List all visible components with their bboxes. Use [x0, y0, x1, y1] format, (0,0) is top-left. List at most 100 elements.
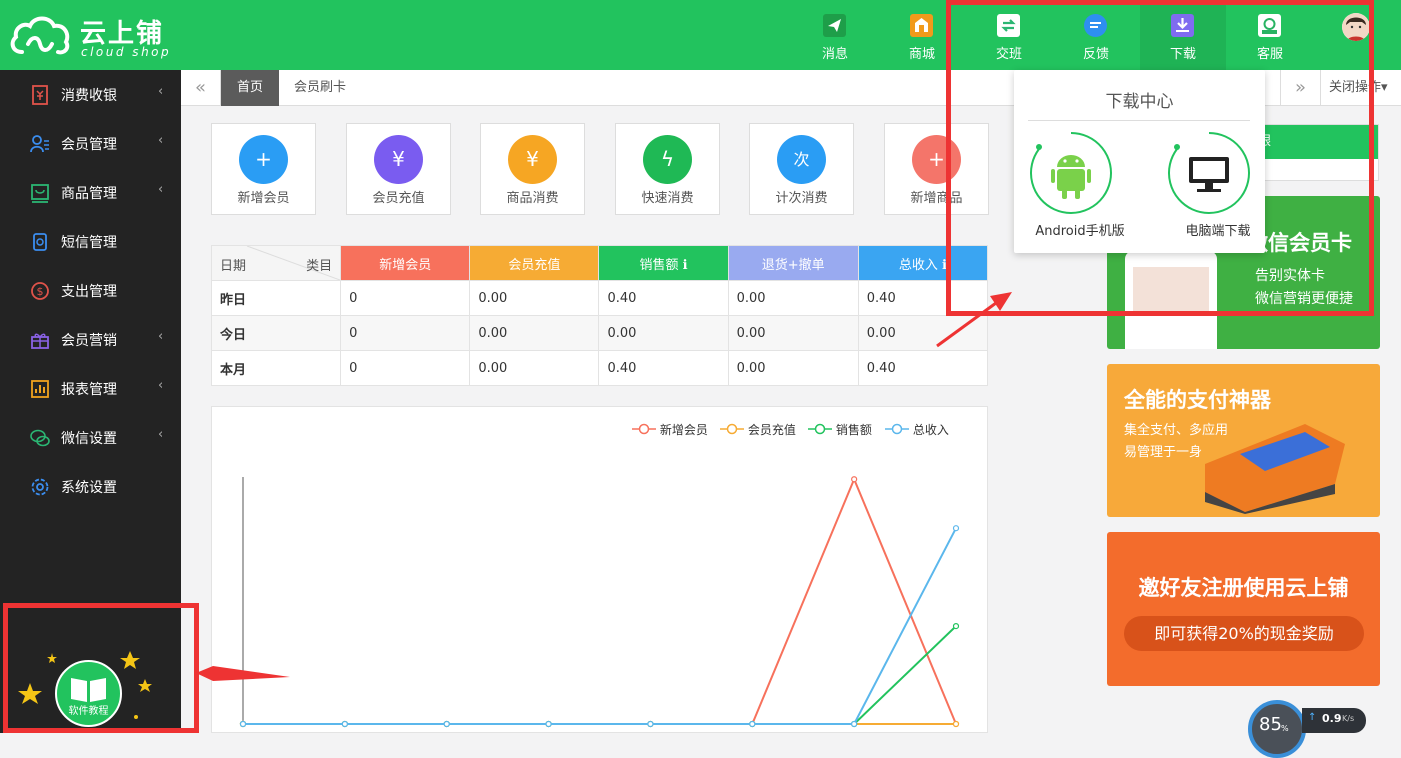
sidebar-item-label: 系统设置 [61, 480, 117, 496]
data-point[interactable] [749, 720, 756, 728]
data-point[interactable] [952, 525, 960, 532]
sidebar-item-wechat[interactable]: 微信设置 ‹ [0, 413, 181, 462]
paper-plane-icon [823, 14, 846, 37]
logo[interactable]: 云上铺 cloud shop [8, 10, 198, 62]
corner-category-label: 类目 [306, 259, 333, 274]
top-nav-label: 消息 [821, 47, 848, 62]
table-cell: 0.00 [727, 280, 859, 316]
gift-icon [30, 330, 50, 350]
tab-scroll-left-button[interactable]: « [181, 70, 221, 106]
speed-rate-unit: K/s [1342, 714, 1355, 723]
banner-reward-button[interactable]: 即可获得20%的现金奖励 [1124, 616, 1364, 651]
highlight-box-download [946, 0, 1374, 316]
sidebar-item-checkout[interactable]: 消费收银 ‹ [0, 70, 181, 119]
count-icon: 次 [777, 135, 826, 184]
sidebar-item-expense[interactable]: $ 支出管理 [0, 266, 181, 315]
banner-title: 邀好友注册使用云上铺 [1138, 576, 1349, 600]
sidebar-item-marketing[interactable]: 会员营销 ‹ [0, 315, 181, 364]
payment-banner[interactable]: 全能的支付神器 集全支付、多应用 易管理于一身 [1107, 364, 1380, 517]
table-header-row: 日期 类目 新增会员 会员充值 销售额 ℹ 退货+撤单 总收入 ℹ [210, 245, 989, 281]
data-point[interactable] [341, 720, 348, 728]
table-cell: 0.00 [857, 315, 989, 351]
goods-icon [30, 183, 50, 203]
table-cell: 0 [340, 315, 471, 351]
data-point[interactable] [851, 476, 858, 483]
data-point[interactable] [952, 720, 960, 728]
top-nav-messages[interactable]: 消息 [792, 0, 878, 70]
table-header-cell: 新增会员 [340, 245, 471, 281]
chevron-left-icon: ‹ [158, 329, 164, 344]
sidebar-item-label: 微信设置 [61, 431, 117, 447]
speed-rate: 0.9 [1322, 712, 1342, 725]
sidebar-item-sms[interactable]: 短信管理 [0, 217, 181, 266]
upload-arrow-icon: ↑ [1308, 712, 1317, 723]
table-corner: 日期 类目 [210, 245, 342, 281]
table-cell: 0.40 [857, 350, 989, 386]
sidebar-item-label: 会员营销 [61, 333, 117, 349]
quick-action-goods-consume[interactable]: ¥ 商品消费 [480, 123, 585, 215]
table-row: 今日 0 0.00 0.00 0.00 0.00 [210, 315, 989, 351]
receipt-icon [30, 85, 50, 105]
table-cell: 0 [340, 350, 471, 386]
invite-banner[interactable]: 邀好友注册使用云上铺 即可获得20%的现金奖励 [1107, 532, 1380, 686]
sidebar-item-label: 报表管理 [61, 382, 117, 398]
cloud-logo-icon [10, 16, 70, 55]
tab-home[interactable]: 首页 [221, 70, 279, 106]
speed-rate-pill: ↑ 0.9 K/s [1302, 708, 1366, 733]
table-cell: 0.00 [469, 350, 600, 386]
table-cell: 0.40 [598, 280, 729, 316]
data-point[interactable] [647, 720, 654, 728]
chevron-left-icon: ‹ [158, 133, 164, 148]
sidebar-item-members[interactable]: 会员管理 ‹ [0, 119, 181, 168]
banner-title: 全能的支付神器 [1124, 388, 1271, 412]
tab-member-card[interactable]: 会员刷卡 [294, 70, 346, 106]
data-point[interactable] [851, 720, 858, 728]
table-cell: 0 [340, 280, 471, 316]
data-point[interactable] [952, 622, 960, 630]
table-row: 昨日 0 0.00 0.40 0.00 0.40 [210, 280, 989, 316]
shop-icon [910, 14, 933, 37]
quick-action-label: 会员充值 [372, 191, 425, 206]
sidebar-item-settings[interactable]: 系统设置 [0, 462, 181, 511]
table-cell: 0.40 [598, 350, 729, 386]
sidebar-item-label: 支出管理 [61, 284, 117, 300]
quick-action-count-consume[interactable]: 次 计次消费 [749, 123, 854, 215]
sidebar-item-label: 短信管理 [61, 235, 117, 251]
table-cell: 0.00 [469, 315, 600, 351]
quick-action-label: 商品消费 [506, 191, 559, 206]
table-cell: 0.00 [727, 315, 859, 351]
corner-date-label: 日期 [220, 259, 247, 274]
chevron-left-icon: ‹ [158, 427, 164, 442]
software-tutorial-button[interactable]: 软件教程 [55, 660, 122, 727]
network-speed-widget[interactable]: 85 % ↑ 0.9 K/s [1248, 700, 1366, 758]
sidebar-item-label: 会员管理 [61, 137, 117, 153]
table-row-label: 昨日 [210, 280, 342, 316]
yuan-icon: ¥ [374, 135, 423, 184]
sidebar-item-label: 消费收银 [61, 88, 117, 104]
quick-action-label: 计次消费 [775, 191, 828, 206]
quick-action-label: 快速消费 [641, 191, 694, 206]
yuan-icon: ¥ [508, 135, 557, 184]
data-point[interactable] [239, 720, 247, 728]
sidebar-item-reports[interactable]: 报表管理 ‹ [0, 364, 181, 413]
table-header-cell: 退货+撤单 [727, 245, 859, 281]
table-row: 本月 0 0.00 0.40 0.00 0.40 [210, 350, 989, 386]
sidebar-item-goods[interactable]: 商品管理 ‹ [0, 168, 181, 217]
table-row-label: 本月 [210, 350, 342, 386]
quick-action-label: 新增会员 [237, 191, 290, 206]
pos-terminal-illustration [1205, 424, 1345, 514]
sidebar-item-label: 商品管理 [61, 186, 117, 202]
line-chart [239, 476, 960, 728]
settings-icon [30, 477, 50, 497]
quick-action-fast-consume[interactable]: ϟ 快速消费 [615, 123, 720, 215]
svg-text:$: $ [37, 285, 44, 298]
quick-action-recharge[interactable]: ¥ 会员充值 [346, 123, 451, 215]
quick-action-add-member[interactable]: + 新增会员 [211, 123, 316, 215]
table-cell: 0.00 [469, 280, 600, 316]
data-point[interactable] [545, 720, 552, 728]
data-point[interactable] [443, 720, 450, 728]
chevron-left-icon: ‹ [158, 378, 164, 393]
members-icon [30, 134, 50, 154]
wechat-icon [30, 428, 50, 448]
chart-panel: 新增会员 会员充值 销售额 总收入 [211, 406, 988, 733]
